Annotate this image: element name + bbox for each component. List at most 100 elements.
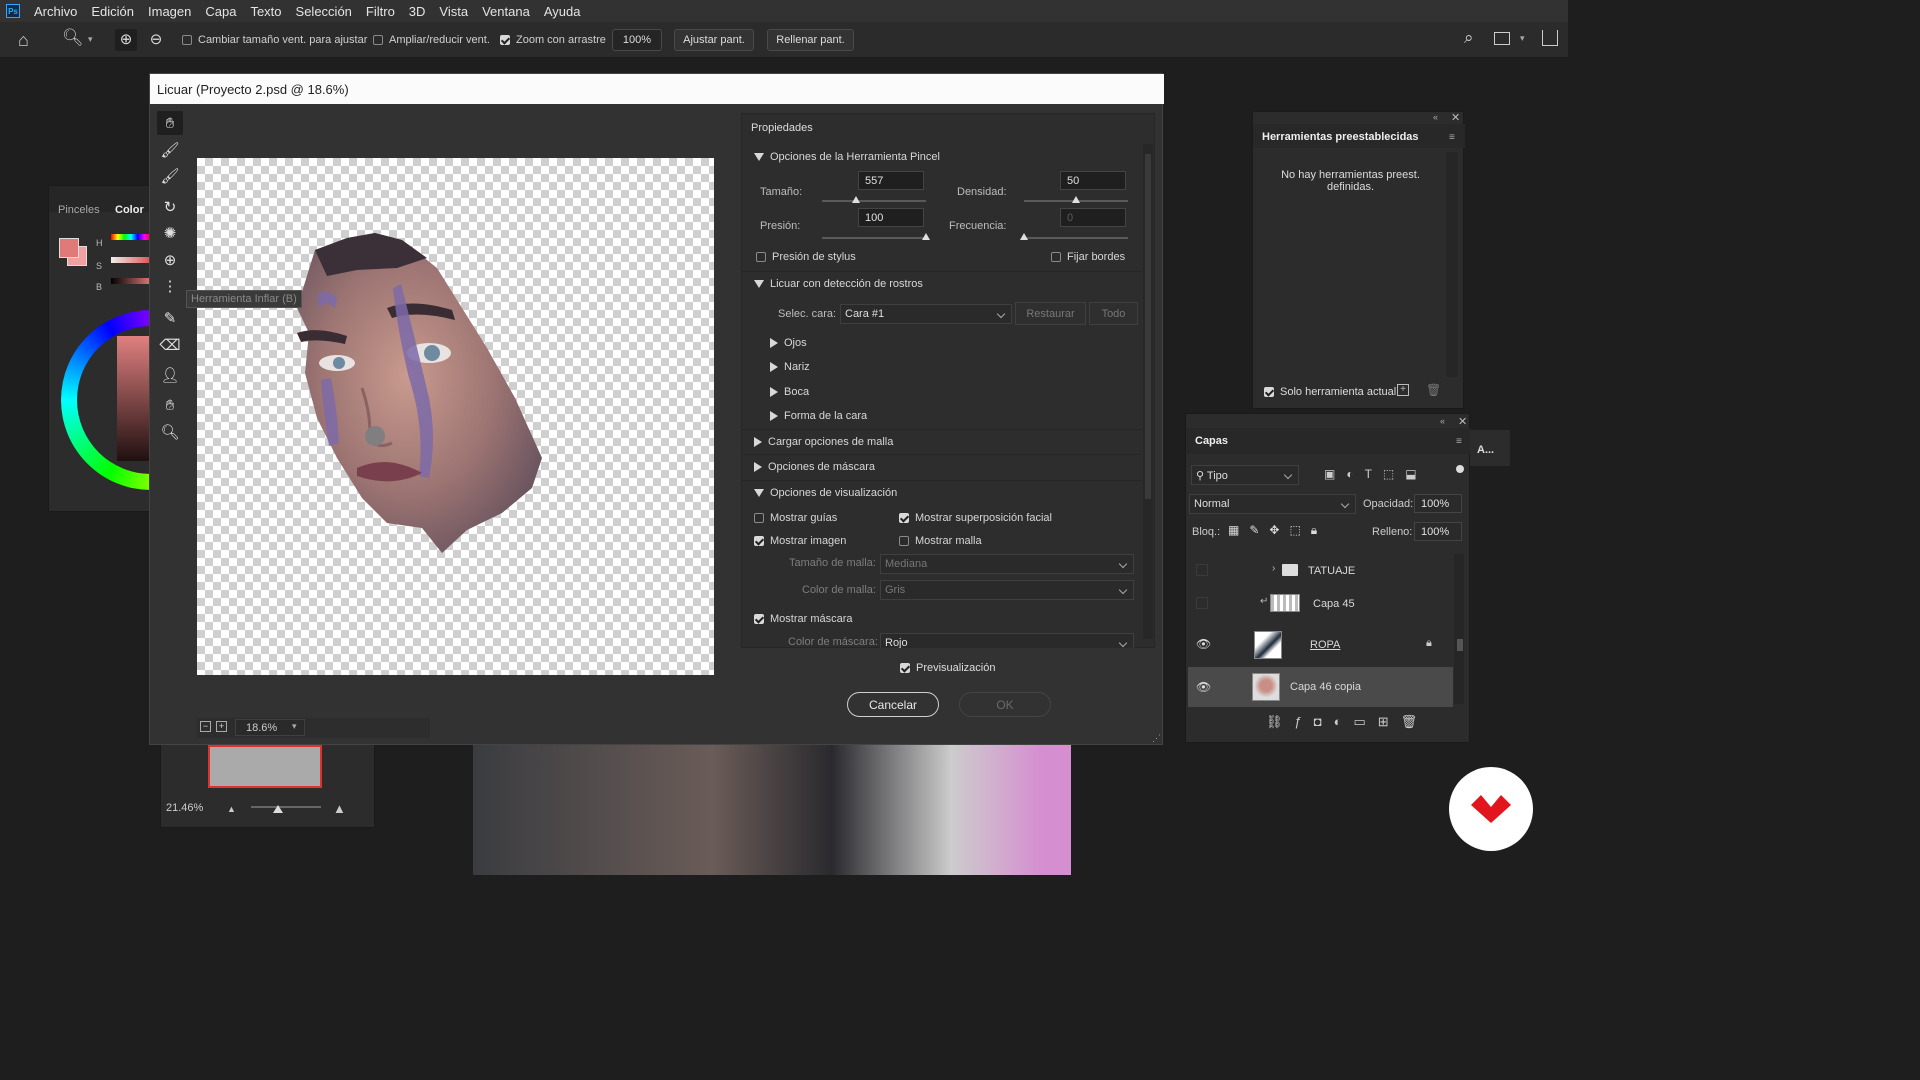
photoshop-logo-icon[interactable]: Ps (6, 4, 20, 18)
panel-menu-icon[interactable]: ≡ (1456, 436, 1462, 447)
zoom-in-icon[interactable]: ⊕ (115, 29, 137, 51)
zoom-in-large-icon[interactable]: ▲ (333, 801, 346, 816)
all-button[interactable]: Todo (1089, 302, 1138, 325)
zoom-tool-icon[interactable]: 🔍︎ (157, 420, 183, 444)
menu-texto[interactable]: Texto (243, 4, 288, 19)
density-field[interactable]: 50 (1060, 171, 1126, 190)
load-mesh-section[interactable]: Cargar opciones de malla (754, 436, 893, 448)
resize-grip-icon[interactable]: ⋰ (1152, 733, 1161, 744)
pressure-field[interactable]: 100 (858, 208, 924, 227)
chevron-down-icon[interactable]: ▾ (88, 34, 93, 45)
tab-pinceles[interactable]: Pinceles (58, 204, 100, 216)
layer-name[interactable]: Capa 45 (1313, 598, 1355, 610)
workspace-icon[interactable] (1494, 32, 1510, 45)
fit-screen-button[interactable]: Ajustar pant. (674, 29, 754, 51)
preview-checkbox[interactable]: Previsualización (900, 662, 995, 674)
eye-icon[interactable]: 👁︎ (1196, 637, 1211, 651)
layer-row[interactable]: 👁︎ ROPA 🔒︎ (1188, 625, 1453, 665)
layer-name[interactable]: ROPA (1310, 639, 1340, 651)
rate-slider[interactable] (1020, 233, 1128, 240)
filter-type-dropdown[interactable]: ⚲ Tipo (1191, 465, 1299, 485)
scrollbar-thumb[interactable] (1457, 639, 1463, 651)
mouth-section[interactable]: Boca (770, 386, 809, 398)
scrollbar[interactable] (1446, 152, 1458, 377)
zoom-out-icon[interactable]: − (200, 721, 211, 732)
menu-vista[interactable]: Vista (432, 4, 475, 19)
mask-color-dropdown[interactable]: Rojo (880, 633, 1134, 648)
zoom-all-windows-checkbox[interactable]: Ampliar/reducir vent. (373, 34, 490, 46)
show-guides-checkbox[interactable]: Mostrar guías (754, 512, 837, 524)
close-icon[interactable]: ✕ (1458, 415, 1467, 428)
face-aware-section[interactable]: Licuar con detección de rostros (754, 278, 923, 290)
fill-screen-button[interactable]: Rellenar pant. (767, 29, 854, 51)
navigator-preview[interactable] (208, 745, 322, 788)
nose-section[interactable]: Nariz (770, 361, 810, 373)
pressure-slider[interactable] (822, 233, 930, 240)
zoom-percent-field[interactable]: 100% (612, 29, 662, 51)
ok-button[interactable]: OK (959, 692, 1051, 717)
collapse-icon[interactable]: « (1440, 416, 1445, 426)
rate-field[interactable]: 0 (1060, 208, 1126, 227)
lock-icons[interactable]: ▦✎✥⬚🔒︎ (1228, 523, 1327, 538)
reset-button[interactable]: Restaurar (1015, 302, 1086, 325)
layer-name[interactable]: Capa 46 copia (1290, 681, 1361, 693)
scrubby-zoom-checkbox[interactable]: Zoom con arrastre (500, 34, 606, 46)
filter-icons[interactable]: ▣◐T⬚⬓ (1324, 467, 1428, 481)
slider-knob[interactable] (1020, 233, 1028, 240)
pucker-tool-icon[interactable]: ✺ (157, 221, 183, 245)
cancel-button[interactable]: Cancelar (847, 692, 939, 717)
slider-knob[interactable] (1072, 196, 1080, 203)
mask-options-section[interactable]: Opciones de máscara (754, 461, 875, 473)
bloat-tool-icon[interactable]: ⊕ (157, 248, 183, 272)
brush-options-section[interactable]: Opciones de la Herramienta Pincel (754, 151, 940, 163)
mesh-color-dropdown[interactable]: Gris (880, 580, 1134, 600)
freeze-mask-tool-icon[interactable]: ✎ (157, 306, 183, 330)
menu-edicion[interactable]: Edición (84, 4, 141, 19)
current-tool-only-checkbox[interactable]: Solo herramienta actual (1264, 386, 1396, 398)
menu-ayuda[interactable]: Ayuda (537, 4, 588, 19)
show-mesh-checkbox[interactable]: Mostrar malla (899, 535, 982, 547)
size-field[interactable]: 557 (858, 171, 924, 190)
fill-field[interactable]: 100% (1414, 522, 1462, 541)
collapse-icon[interactable]: « (1433, 112, 1438, 122)
chevron-down-icon[interactable]: ▾ (1520, 33, 1525, 44)
view-options-section[interactable]: Opciones de visualización (754, 487, 897, 499)
menu-archivo[interactable]: Archivo (27, 4, 84, 19)
share-icon[interactable] (1542, 30, 1558, 46)
scrollbar-thumb[interactable] (1145, 154, 1151, 499)
panel-menu-icon[interactable]: ≡ (1449, 132, 1455, 143)
zoom-out-small-icon[interactable]: ▲ (227, 804, 236, 814)
menu-filtro[interactable]: Filtro (359, 4, 402, 19)
home-icon[interactable]: ⌂ (18, 30, 29, 51)
tab-color[interactable]: Color (115, 204, 144, 216)
foreground-color-swatch[interactable] (59, 238, 79, 258)
layer-row[interactable]: ↵ Capa 45 (1188, 585, 1453, 625)
layer-actions-bar[interactable]: ⛓ƒ◘◐▭⊞🗑︎ (1266, 714, 1429, 730)
hand-tool-icon[interactable]: ✋︎ (157, 393, 183, 417)
zoom-in-icon[interactable]: + (216, 721, 227, 732)
thaw-mask-tool-icon[interactable]: ⌫ (157, 333, 183, 357)
eyes-section[interactable]: Ojos (770, 337, 807, 349)
layer-name[interactable]: TATUAJE (1308, 565, 1355, 577)
layer-row-selected[interactable]: 👁︎ Capa 46 copia (1188, 667, 1453, 707)
pin-edges-checkbox[interactable]: Fijar bordes (1051, 251, 1125, 263)
hue-slider[interactable] (111, 234, 151, 240)
blend-mode-dropdown[interactable]: Normal (1189, 494, 1356, 514)
face-shape-section[interactable]: Forma de la cara (770, 410, 867, 422)
navigator-zoom-slider[interactable] (251, 806, 321, 808)
opacity-field[interactable]: 100% (1414, 494, 1462, 513)
twirl-tool-icon[interactable]: ↻ (157, 195, 183, 219)
mesh-size-dropdown[interactable]: Mediana (880, 554, 1134, 574)
slider-knob[interactable] (922, 233, 930, 240)
brightness-slider[interactable] (111, 278, 151, 284)
show-mask-checkbox[interactable]: Mostrar máscara (754, 613, 853, 625)
forward-warp-tool-icon[interactable]: ✋︎ (157, 111, 183, 135)
visibility-off-icon[interactable] (1196, 564, 1208, 576)
face-tool-icon[interactable]: 👤︎ (157, 363, 183, 387)
select-face-dropdown[interactable]: Cara #1 (840, 304, 1012, 324)
liquify-canvas[interactable] (197, 158, 714, 675)
stylus-pressure-checkbox[interactable]: Presión de stylus (756, 251, 856, 263)
eye-icon[interactable]: 👁︎ (1196, 680, 1211, 694)
search-icon[interactable]: ⌕ (1464, 28, 1474, 48)
zoom-out-icon[interactable]: ⊖ (145, 29, 167, 51)
